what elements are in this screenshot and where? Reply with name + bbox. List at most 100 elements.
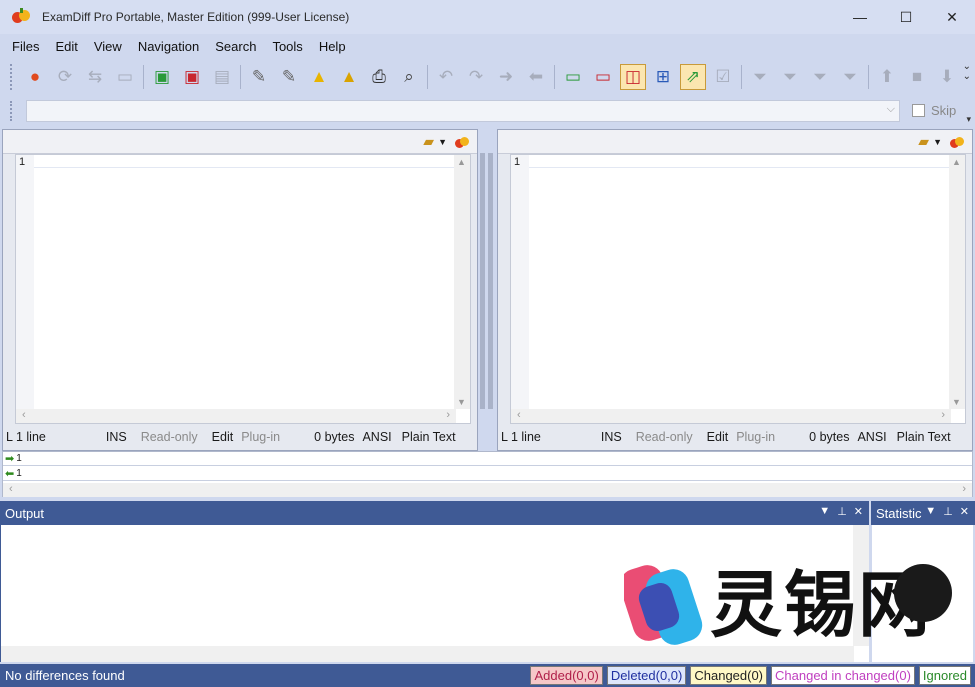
menu-view[interactable]: View [86, 39, 130, 54]
syntax[interactable]: Plain Text [402, 430, 456, 444]
right-editor[interactable]: 1 ▲ ▼ ‹ › [510, 154, 966, 424]
filter-4-icon[interactable]: ⏷ [837, 64, 863, 90]
close-icon[interactable]: ✕ [960, 505, 969, 518]
minimize-button[interactable]: — [837, 0, 883, 34]
redo-icon[interactable]: ↷ [463, 64, 489, 90]
edit-right-icon[interactable]: ✎ [276, 64, 302, 90]
close-button[interactable]: ✕ [929, 0, 975, 34]
line-number: 1 [511, 155, 529, 409]
menu-help[interactable]: Help [311, 39, 354, 54]
vertical-scrollbar[interactable]: ▲ ▼ [454, 155, 470, 409]
compare-apple-icon[interactable] [455, 135, 469, 149]
down-icon[interactable]: ⬇ [934, 64, 960, 90]
menu-bar: Files Edit View Navigation Search Tools … [0, 34, 975, 58]
watermark-logo [624, 565, 703, 645]
status-bar: No differences found Added(0,0) Deleted(… [0, 664, 975, 687]
edit-status[interactable]: Edit [707, 430, 729, 444]
view-grid-icon[interactable]: ⊞ [650, 64, 676, 90]
warning-icon[interactable]: ▲ [306, 64, 332, 90]
filter-1-icon[interactable]: ⏷ [747, 64, 773, 90]
menu-tools[interactable]: Tools [264, 39, 310, 54]
current-line[interactable] [34, 155, 454, 168]
current-line[interactable] [529, 155, 949, 168]
checkbox-icon[interactable]: ☑ [710, 64, 736, 90]
skip-option[interactable]: Skip [912, 103, 956, 118]
chevron-down-icon[interactable]: ▼ [438, 137, 447, 147]
up-icon[interactable]: ⬆ [874, 64, 900, 90]
readonly-status[interactable]: Read-only [141, 430, 198, 444]
view-single-icon[interactable]: ▭ [560, 64, 586, 90]
stop-icon[interactable]: ■ [904, 64, 930, 90]
skip-checkbox[interactable] [912, 104, 925, 117]
zoom-icon[interactable]: ⌕ [396, 64, 422, 90]
filter-input[interactable] [27, 101, 899, 121]
pin-icon[interactable]: ⊥ [943, 505, 953, 518]
readonly-status[interactable]: Read-only [636, 430, 693, 444]
legend-deleted: Deleted(0,0) [606, 666, 687, 685]
prev-icon[interactable]: ⬅ [523, 64, 549, 90]
right-arrow-icon: ➡ [5, 453, 15, 465]
line-diff-view[interactable]: ➡ 1 ⬅ 1 ‹ › [2, 451, 973, 497]
filterbar-grip[interactable] [10, 101, 14, 121]
open-folder-icon[interactable]: ▭ [112, 64, 138, 90]
save-all-icon[interactable]: ▤ [209, 64, 235, 90]
open-file-icon[interactable]: ▰ [423, 133, 434, 150]
plugin-status[interactable]: Plug-in [736, 430, 775, 444]
vertical-scrollbar[interactable]: ▲ ▼ [949, 155, 965, 409]
toolbar-grip[interactable] [10, 64, 14, 90]
view-single-red-icon[interactable]: ▭ [590, 64, 616, 90]
save-red-icon[interactable]: ▣ [179, 64, 205, 90]
compare-icon[interactable]: ● [22, 64, 48, 90]
insert-mode: INS [600, 430, 622, 444]
encoding[interactable]: ANSI [362, 430, 391, 444]
menu-search[interactable]: Search [207, 39, 264, 54]
edit-status[interactable]: Edit [212, 430, 234, 444]
options-icon[interactable]: ▲ [336, 64, 362, 90]
syntax[interactable]: Plain Text [897, 430, 951, 444]
swap-icon[interactable]: ⇆ [82, 64, 108, 90]
print-icon[interactable]: ⎙ [366, 64, 392, 90]
save-green-icon[interactable]: ▣ [149, 64, 175, 90]
sync-icon[interactable]: ⇗ [680, 64, 706, 90]
menu-navigation[interactable]: Navigation [130, 39, 207, 54]
menu-files[interactable]: Files [4, 39, 47, 54]
filterbar-overflow-icon[interactable]: ▾ [966, 114, 971, 125]
view-side-by-side-icon[interactable]: ◫ [620, 64, 646, 90]
statistic-panel-title: Statistic [876, 505, 922, 521]
maximize-button[interactable]: ☐ [883, 0, 929, 34]
diff-row-number: 1 [16, 468, 22, 479]
chevron-down-icon[interactable]: ▼ [925, 505, 936, 518]
compare-apple-icon[interactable] [950, 135, 964, 149]
refresh-icon[interactable]: ⟳ [52, 64, 78, 90]
toolbar-overflow-icon[interactable]: ⌄ ⌄ [963, 62, 971, 82]
skip-label: Skip [931, 103, 957, 118]
filter-combobox[interactable]: ⌵ [26, 100, 900, 122]
main-toolbar: ● ⟳ ⇆ ▭ ▣ ▣ ▤ ✎ ✎ ▲ ▲ ⎙ ⌕ ↶ ↷ ➜ ⬅ ▭ ▭ ◫ … [0, 58, 975, 96]
horizontal-scrollbar[interactable]: ‹ › [511, 409, 951, 423]
legend-changed: Changed(0) [690, 666, 768, 685]
output-panel-title: Output [5, 505, 45, 521]
filter-3-icon[interactable]: ⏷ [807, 64, 833, 90]
filter-2-icon[interactable]: ⏷ [777, 64, 803, 90]
left-editor[interactable]: 1 ▲ ▼ ‹ › [15, 154, 471, 424]
edit-left-icon[interactable]: ✎ [246, 64, 272, 90]
pane-splitter[interactable] [478, 129, 497, 409]
close-icon[interactable]: ✕ [854, 505, 863, 518]
chevron-down-icon[interactable]: ⌵ [887, 103, 895, 116]
line-count: L 1 line [501, 430, 541, 444]
undo-icon[interactable]: ↶ [433, 64, 459, 90]
plugin-status[interactable]: Plug-in [241, 430, 280, 444]
file-size: 0 bytes [314, 430, 355, 444]
chevron-down-icon[interactable]: ▼ [819, 505, 830, 518]
horizontal-scrollbar[interactable]: ‹ › [3, 483, 972, 497]
open-file-icon[interactable]: ▰ [918, 133, 929, 150]
next-icon[interactable]: ➜ [493, 64, 519, 90]
filter-bar: ⌵ [0, 96, 975, 126]
chevron-down-icon[interactable]: ▼ [933, 137, 942, 147]
right-pane-header: ▰ ▼ [498, 130, 972, 154]
menu-edit[interactable]: Edit [47, 39, 85, 54]
encoding[interactable]: ANSI [857, 430, 886, 444]
pin-icon[interactable]: ⊥ [837, 505, 847, 518]
left-file-pane: ▰ ▼ 1 ▲ ▼ ‹ › L 1 line INS Read-only Edit … [2, 129, 478, 451]
horizontal-scrollbar[interactable]: ‹ › [16, 409, 456, 423]
